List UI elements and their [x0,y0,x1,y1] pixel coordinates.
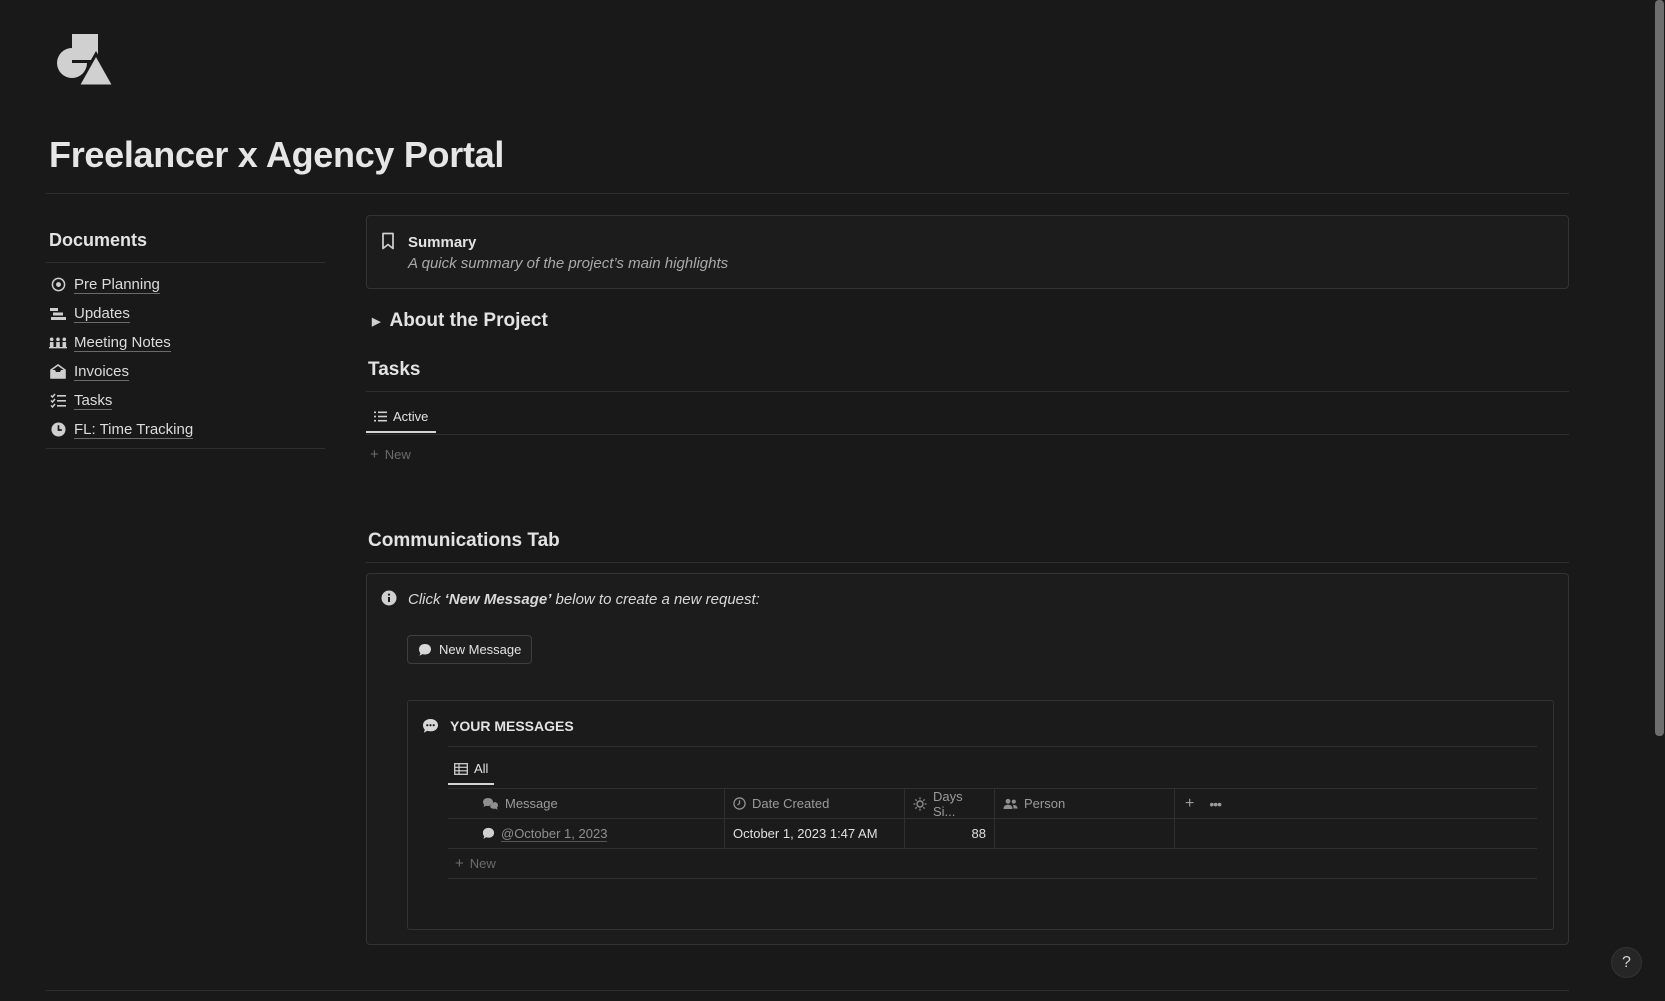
communications-heading: Communications Tab [368,530,560,551]
tab-label: Active [393,409,429,424]
people-icon [1003,798,1018,810]
sidebar-item-label: FL: Time Tracking [74,420,194,439]
tasks-new-button[interactable]: + New [370,446,411,463]
about-project-toggle[interactable]: ▶ About the Project [372,310,548,332]
table-icon [454,762,468,775]
target-icon [49,276,67,294]
table-header-actions: + ••• [1175,789,1537,818]
page-title: Freelancer x Agency Portal [49,134,505,175]
sidebar-item-label: Invoices [74,362,130,381]
sidebar-item-fl-time-tracking[interactable]: FL: Time Tracking [49,415,325,444]
messages-table: Message Date Created Days Si... Person +… [448,788,1537,879]
new-label: New [469,856,496,871]
add-column-plus-icon[interactable]: + [1185,795,1194,813]
caret-right-icon: ▶ [372,315,381,328]
message-cell[interactable]: @October 1, 2023 [448,819,725,848]
chat-bubble-icon [422,718,439,734]
column-header-person[interactable]: Person [995,789,1175,818]
help-button[interactable]: ? [1611,947,1642,978]
column-header-message[interactable]: Message [448,789,725,818]
sidebar-item-meeting-notes[interactable]: Meeting Notes [49,328,325,357]
table-new-row[interactable]: + New [448,848,1537,879]
page-logo-shapes-icon [57,34,117,88]
your-messages-header: YOUR MESSAGES [422,718,574,734]
messages-divider [448,746,1537,747]
column-label: Date Created [752,796,830,811]
date-created-cell[interactable]: October 1, 2023 1:47 AM [725,819,905,848]
summary-callout: Summary A quick summary of the project’s… [366,215,1569,289]
new-label: New [384,447,411,462]
messages-icon [482,797,499,811]
column-header-days-since[interactable]: Days Si... [905,788,995,819]
communications-callout: Click ‘New Message’ below to create a ne… [366,573,1569,945]
sidebar-item-label: Pre Planning [74,275,160,294]
sidebar-item-label: Tasks [74,391,113,410]
scrollbar-thumb[interactable] [1655,0,1664,736]
your-messages-database: YOUR MESSAGES All Message Date Created D… [407,700,1554,930]
inbox-icon [49,363,67,381]
your-messages-title: YOUR MESSAGES [450,718,574,734]
tab-active[interactable]: Active [366,409,437,433]
instruction-bold: ‘New Message’ [444,591,552,608]
tasks-heading: Tasks [368,359,421,380]
column-header-date-created[interactable]: Date Created [725,789,905,818]
timeline-icon [49,305,67,323]
summary-subtitle: A quick summary of the project’s main hi… [408,255,729,272]
list-icon [374,411,387,422]
sidebar-item-updates[interactable]: Updates [49,299,325,328]
plus-icon: + [455,855,464,872]
bottom-divider [46,990,1569,991]
sidebar-item-label: Meeting Notes [74,333,171,352]
tasks-divider [366,391,1569,392]
more-options-icon[interactable]: ••• [1209,796,1222,812]
table-row[interactable]: @October 1, 2023 October 1, 2023 1:47 AM… [448,818,1537,848]
tab-all[interactable]: All [448,761,495,785]
tab-label: All [474,761,489,776]
info-icon [381,590,397,611]
checklist-icon [49,392,67,410]
plus-icon: + [370,446,379,463]
sidebar-item-invoices[interactable]: Invoices [49,357,325,386]
sidebar-divider-bottom [46,448,325,449]
person-cell[interactable] [995,819,1175,848]
about-project-label: About the Project [389,310,548,331]
sidebar-heading: Documents [49,230,148,250]
empty-cell [1175,819,1537,848]
sidebar-list: Pre Planning Updates Meeting Notes Invoi… [49,270,325,444]
sidebar-divider-top [46,262,325,263]
title-divider [46,193,1569,194]
speech-bubble-icon [418,643,432,657]
messages-new-button[interactable]: + New [448,849,496,878]
sidebar-item-label: Updates [74,304,130,323]
column-label: Days Si... [933,788,963,819]
bookmark-icon [381,232,395,255]
speech-bubble-icon [482,827,495,840]
column-label: Person [1024,796,1066,811]
sun-icon [913,797,927,811]
tasks-tab-divider [366,434,1569,435]
date-mention: @October 1, 2023 [501,825,608,842]
sidebar-item-pre-planning[interactable]: Pre Planning [49,270,325,299]
column-label: Message [505,796,558,811]
group-icon [49,334,67,352]
new-message-button[interactable]: New Message [407,635,533,664]
clock-outline-icon [733,797,746,810]
instruction-prefix: Click [408,591,445,608]
sidebar-item-tasks[interactable]: Tasks [49,386,325,415]
instruction-suffix: below to create a new request: [551,591,760,608]
table-header-row: Message Date Created Days Si... Person +… [448,788,1537,819]
summary-title: Summary [408,234,477,251]
new-message-label: New Message [439,642,522,657]
communications-divider [366,562,1569,563]
communications-instruction: Click ‘New Message’ below to create a ne… [408,591,760,608]
days-since-cell[interactable]: 88 [905,819,995,848]
clock-icon [49,421,67,439]
